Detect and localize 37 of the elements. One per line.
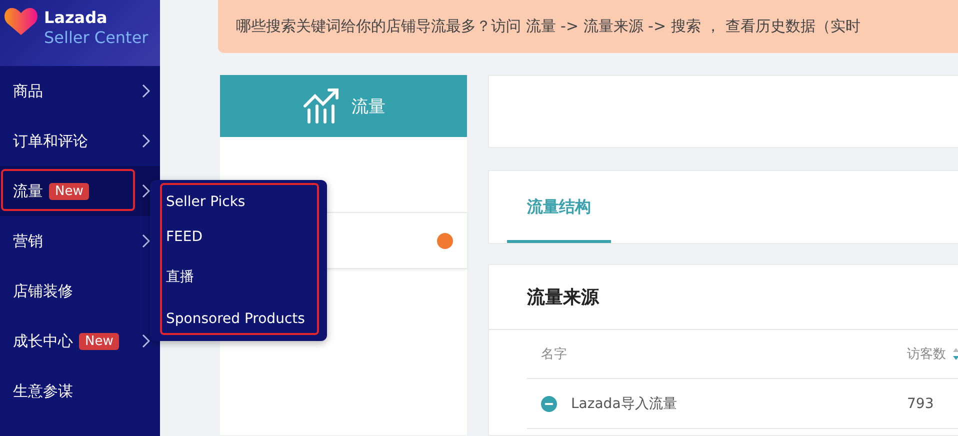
chevron-right-icon <box>142 334 150 348</box>
chevron-right-icon <box>142 84 150 98</box>
menu-label: 生意参谋 <box>13 382 73 400</box>
chevron-right-icon <box>142 134 150 148</box>
sidebar-item[interactable]: 营销 <box>0 216 160 266</box>
table-cell: 793 <box>907 396 934 412</box>
tip-text: 哪些搜索关键词给你的店铺导流最多？访问 流量 -> 流量来源 -> 搜索 ， 查看历史数据（实时 <box>236 17 860 36</box>
section-title: 流量来源 <box>527 286 599 309</box>
new-badge: New <box>49 182 90 200</box>
submenu-item[interactable]: FEED <box>162 217 317 257</box>
menu-label: 营销 <box>13 232 43 250</box>
menu-label: 流量 <box>13 182 43 200</box>
traffic-title: 流量 <box>352 96 386 118</box>
menu-label: 成长中心 <box>13 332 73 350</box>
sort-icon[interactable] <box>952 347 958 361</box>
table-cell: Lazada导入流量 <box>571 394 677 412</box>
column-header[interactable]: 访客数 <box>907 345 946 363</box>
submenu-item[interactable]: 直播 <box>162 257 317 297</box>
sidebar-item[interactable]: 商品 <box>0 66 160 116</box>
sidebar-item[interactable]: 订单和评论 <box>0 116 160 166</box>
column-header: 名字 <box>541 346 567 363</box>
sidebar-item[interactable]: 生意参谋 <box>0 366 160 416</box>
chart-trend-icon <box>302 88 342 124</box>
collapse-icon[interactable] <box>541 396 557 412</box>
submenu-item[interactable]: Sponsored Products <box>162 297 317 331</box>
chevron-right-icon <box>142 184 150 198</box>
menu-label: 店铺装修 <box>13 282 73 300</box>
menu-label: 商品 <box>13 82 43 100</box>
brand-name: Lazada <box>44 9 108 27</box>
product-name: Seller Center <box>44 27 148 49</box>
menu-label: 订单和评论 <box>13 132 88 150</box>
sidebar-item[interactable]: 流量 New <box>0 166 160 216</box>
new-badge: New <box>79 332 120 350</box>
chevron-right-icon <box>142 234 150 248</box>
sidebar-item[interactable]: 成长中心 New <box>0 316 160 366</box>
heart-logo-icon <box>4 6 38 36</box>
submenu-item[interactable]: Seller Picks <box>162 187 317 217</box>
